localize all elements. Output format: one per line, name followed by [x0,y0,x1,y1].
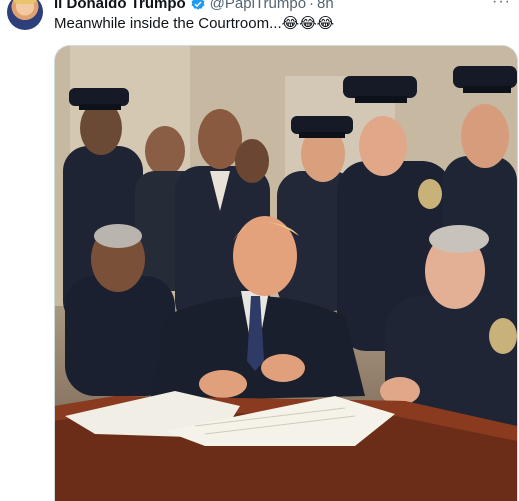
avatar[interactable] [7,0,43,30]
separator-dot: · [309,0,315,12]
verified-badge-icon [191,0,205,10]
tweet-text: Meanwhile inside the Courtroom...😂😂😂 [54,15,335,32]
timestamp[interactable]: 8h [317,0,334,13]
avatar-hair [14,0,36,4]
officer-back-4 [235,139,269,183]
display-name[interactable]: il Donaldo Trumpo [54,0,186,13]
tweet-image[interactable] [54,45,518,501]
more-options-icon[interactable]: ··· [492,0,511,11]
tweet-header: il Donaldo Trumpo @PapiTrumpo · 8h [54,0,334,13]
courtroom-illustration [55,46,517,501]
user-handle[interactable]: @PapiTrumpo [210,0,306,13]
